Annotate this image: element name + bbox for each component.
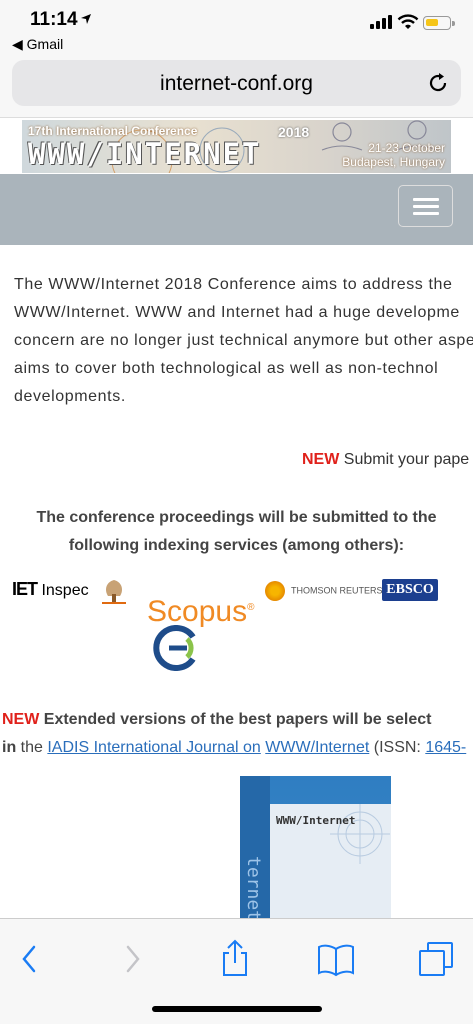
new-badge: NEW: [302, 451, 340, 468]
banner-edition: 17th International Conference: [28, 124, 198, 138]
banner-dates: 21-23 October: [368, 141, 445, 155]
intro-line: concern are no longer just technical any…: [14, 332, 473, 349]
journal-prefix-bold: in: [2, 739, 17, 756]
home-indicator[interactable]: [152, 1006, 322, 1012]
iet-text: Inspec: [37, 582, 89, 599]
browser-address-area: internet-conf.org: [0, 56, 473, 118]
journal-line: in the IADIS International Journal on WW…: [2, 739, 466, 757]
status-time: 11:14: [30, 9, 78, 30]
reload-icon[interactable]: [427, 72, 449, 99]
hamburger-menu-icon[interactable]: [398, 185, 453, 227]
back-to-gmail-link[interactable]: ◀ Gmail: [12, 36, 63, 53]
status-bar: 11:14 ◀ Gmail: [0, 0, 473, 56]
intro-line: developments.: [14, 388, 126, 405]
emerging-sources-logo: [153, 625, 199, 671]
address-bar[interactable]: internet-conf.org: [12, 60, 461, 106]
intro-line: WWW/Internet. WWW and Internet had a hug…: [14, 304, 460, 321]
back-arrow-icon[interactable]: [10, 939, 54, 979]
scopus-text: Scopus: [147, 595, 248, 628]
submit-text[interactable]: Submit your pape: [339, 451, 469, 468]
journal-cover-image[interactable]: WWW/Internet ternet: [240, 776, 391, 918]
journal-topic-link[interactable]: WWW/Internet: [265, 739, 369, 756]
iet-inspec-logo: IET Inspec: [12, 579, 89, 600]
proceedings-heading: The conference proceedings will be submi…: [0, 504, 473, 560]
ebsco-logo: EBSCO: [382, 579, 438, 601]
conference-banner[interactable]: 17th International Conference WWW/INTERN…: [22, 120, 451, 173]
bookmarks-icon[interactable]: [314, 939, 358, 979]
journal-issn-label: (ISSN:: [369, 739, 426, 756]
wifi-icon: [397, 13, 419, 36]
issn-link[interactable]: 1645-: [425, 739, 466, 756]
cover-spine-text: ternet: [243, 856, 264, 918]
battery-level: [426, 19, 438, 26]
tabs-icon[interactable]: [414, 939, 458, 979]
journal-prefix: the: [16, 739, 48, 756]
url-text[interactable]: internet-conf.org: [12, 72, 461, 96]
proceedings-line: following indexing services (among other…: [68, 537, 405, 554]
intro-line: aims to cover both technological as well…: [14, 360, 439, 377]
submit-notice[interactable]: NEW Submit your pape: [302, 451, 469, 469]
cellular-signal-icon: [370, 15, 392, 29]
banner-year: 2018: [278, 124, 310, 140]
location-arrow-icon: [80, 12, 92, 28]
thomson-reuters-dot-icon: [265, 581, 285, 601]
page-content: The WWW/Internet 2018 Conference aims to…: [0, 245, 473, 918]
elsevier-logo: [100, 576, 128, 606]
intro-line: The WWW/Internet 2018 Conference aims to…: [14, 276, 453, 293]
intro-paragraph: The WWW/Internet 2018 Conference aims to…: [14, 271, 473, 411]
proceedings-line: The conference proceedings will be submi…: [36, 509, 437, 526]
site-navbar: [0, 174, 473, 245]
share-icon[interactable]: [213, 939, 257, 979]
thomson-text: THOMSON REUTERS: [291, 585, 383, 596]
extended-text: Extended versions of the best papers wil…: [39, 711, 432, 728]
extended-versions-notice: NEW Extended versions of the best papers…: [2, 711, 431, 729]
journal-link[interactable]: IADIS International Journal on: [47, 739, 260, 756]
cover-title: WWW/Internet: [276, 814, 356, 827]
new-badge: NEW: [2, 711, 40, 728]
scopus-logo: Scopus®: [147, 595, 255, 628]
forward-arrow-icon[interactable]: [110, 939, 154, 979]
banner-title: WWW/INTERNET: [28, 137, 262, 171]
thomson-reuters-logo: THOMSON REUTERS: [265, 581, 383, 601]
iet-mark: IET: [12, 579, 38, 599]
battery-icon: [423, 16, 455, 30]
banner-location: Budapest, Hungary: [342, 155, 445, 169]
